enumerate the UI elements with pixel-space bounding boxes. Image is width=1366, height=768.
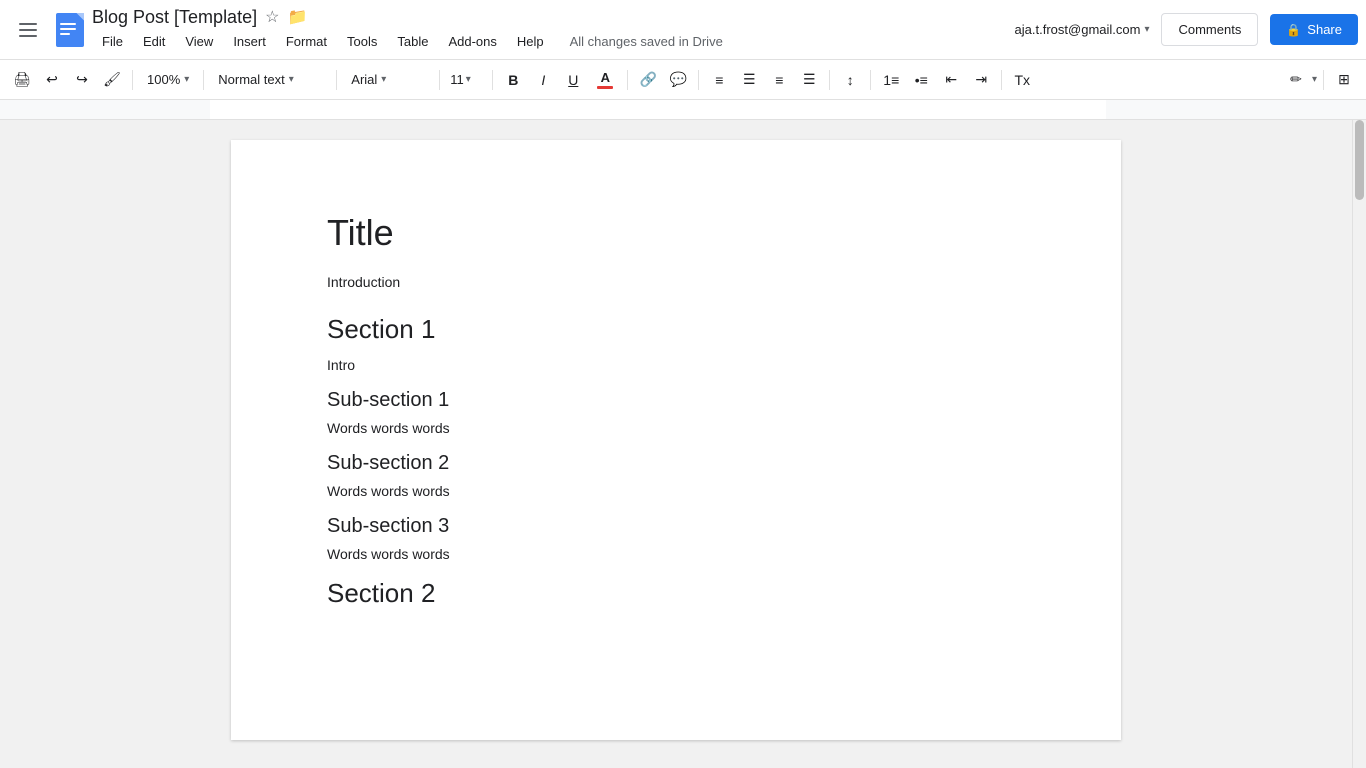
user-account[interactable]: aja.t.frost@gmail.com ▾ [1015, 22, 1150, 37]
line-spacing-button[interactable]: ↕ [836, 66, 864, 94]
font-size-value: 11 [450, 72, 464, 87]
zoom-value: 100% [147, 72, 180, 87]
scrollbar-thumb[interactable] [1355, 120, 1364, 200]
toolbar-divider-11 [1323, 70, 1324, 90]
menu-file[interactable]: File [92, 30, 133, 53]
folder-button[interactable]: 📁 [287, 7, 307, 27]
top-right-actions: aja.t.frost@gmail.com ▾ Comments 🔒 Share [1015, 13, 1358, 46]
save-status: All changes saved in Drive [570, 34, 723, 49]
toolbar-divider-3 [336, 70, 337, 90]
menu-help[interactable]: Help [507, 30, 554, 53]
document-main-title[interactable]: Title [327, 212, 1025, 254]
share-button[interactable]: 🔒 Share [1270, 14, 1358, 45]
zoom-dropdown-arrow: ▾ [184, 74, 189, 85]
toolbar-divider-4 [439, 70, 440, 90]
insert-comment-button[interactable]: 💬 [664, 66, 692, 94]
hamburger-icon [19, 23, 37, 37]
document-title[interactable]: Blog Post [Template] [92, 7, 257, 28]
user-email-text: aja.t.frost@gmail.com [1015, 22, 1141, 37]
text-color-indicator [597, 86, 613, 89]
bold-button[interactable]: B [499, 66, 527, 94]
menu-tools[interactable]: Tools [337, 30, 387, 53]
style-value: Normal text [218, 72, 284, 87]
font-dropdown[interactable]: Arial ▾ [343, 66, 433, 94]
vertical-scrollbar[interactable] [1352, 120, 1366, 768]
ruler-white-area [210, 100, 1106, 119]
clear-formatting-button[interactable]: Tx [1008, 66, 1036, 94]
toolbar-divider-2 [203, 70, 204, 90]
docs-app-icon [56, 13, 84, 47]
section1-intro[interactable]: Intro [327, 357, 1025, 373]
align-right-button[interactable]: ≡ [765, 66, 793, 94]
lock-icon: 🔒 [1286, 23, 1301, 37]
page-area[interactable]: Title Introduction Section 1 Intro Sub-s… [0, 120, 1352, 768]
top-bar: Blog Post [Template] ☆ 📁 File Edit View … [0, 0, 1366, 60]
document-title-area: Blog Post [Template] ☆ 📁 File Edit View … [92, 7, 1015, 53]
section1-heading[interactable]: Section 1 [327, 314, 1025, 345]
print-button[interactable]: 🖨 [8, 66, 36, 94]
content-area: Title Introduction Section 1 Intro Sub-s… [0, 120, 1366, 768]
ruler [0, 100, 1366, 120]
redo-button[interactable]: ↪ [68, 66, 96, 94]
bulleted-list-button[interactable]: •≡ [907, 66, 935, 94]
drawing-button[interactable]: ✏ [1282, 66, 1310, 94]
account-dropdown-icon: ▾ [1144, 24, 1149, 35]
comments-button[interactable]: Comments [1161, 13, 1258, 46]
formatting-options-button[interactable]: ⊞ [1330, 66, 1358, 94]
font-size-dropdown[interactable]: 11 ▾ [446, 66, 486, 94]
menu-addons[interactable]: Add-ons [438, 30, 506, 53]
zoom-dropdown[interactable]: 100% ▾ [139, 66, 197, 94]
toolbar-divider-6 [627, 70, 628, 90]
document-page[interactable]: Title Introduction Section 1 Intro Sub-s… [231, 140, 1121, 740]
align-left-button[interactable]: ≡ [705, 66, 733, 94]
style-dropdown[interactable]: Normal text ▾ [210, 66, 330, 94]
menu-format[interactable]: Format [276, 30, 337, 53]
menu-insert[interactable]: Insert [223, 30, 276, 53]
text-color-a: A [601, 70, 610, 85]
font-value: Arial [351, 72, 377, 87]
share-label: Share [1307, 22, 1342, 37]
toolbar-divider-5 [492, 70, 493, 90]
align-center-button[interactable]: ☰ [735, 66, 763, 94]
paint-format-button[interactable]: 🖌 [98, 66, 126, 94]
menu-bar: File Edit View Insert Format Tools Table… [92, 30, 1015, 53]
toolbar-divider-9 [870, 70, 871, 90]
text-color-button[interactable]: A [589, 66, 621, 94]
section2-heading[interactable]: Section 2 [327, 578, 1025, 609]
insert-link-button[interactable]: 🔗 [634, 66, 662, 94]
subsection2-body[interactable]: Words words words [327, 483, 1025, 499]
drawing-dropdown-arrow[interactable]: ▾ [1312, 74, 1317, 85]
subsection3-body[interactable]: Words words words [327, 546, 1025, 562]
subsection1-heading[interactable]: Sub-section 1 [327, 389, 1025, 412]
justify-button[interactable]: ☰ [795, 66, 823, 94]
undo-button[interactable]: ↩ [38, 66, 66, 94]
menu-table[interactable]: Table [387, 30, 438, 53]
document-intro[interactable]: Introduction [327, 274, 1025, 290]
style-dropdown-arrow: ▾ [289, 74, 294, 85]
toolbar-divider-7 [698, 70, 699, 90]
toolbar-divider-8 [829, 70, 830, 90]
app-menu-button[interactable] [8, 10, 48, 50]
font-dropdown-arrow: ▾ [381, 74, 386, 85]
numbered-list-button[interactable]: 1≡ [877, 66, 905, 94]
toolbar: 🖨 ↩ ↪ 🖌 100% ▾ Normal text ▾ Arial ▾ 11 … [0, 60, 1366, 100]
menu-edit[interactable]: Edit [133, 30, 175, 53]
italic-button[interactable]: I [529, 66, 557, 94]
decrease-indent-button[interactable]: ⇤ [937, 66, 965, 94]
increase-indent-button[interactable]: ⇥ [967, 66, 995, 94]
toolbar-divider-10 [1001, 70, 1002, 90]
font-size-dropdown-arrow: ▾ [466, 74, 471, 85]
toolbar-divider-1 [132, 70, 133, 90]
subsection3-heading[interactable]: Sub-section 3 [327, 515, 1025, 538]
menu-view[interactable]: View [175, 30, 223, 53]
star-button[interactable]: ☆ [265, 7, 279, 27]
subsection2-heading[interactable]: Sub-section 2 [327, 452, 1025, 475]
underline-button[interactable]: U [559, 66, 587, 94]
subsection1-body[interactable]: Words words words [327, 420, 1025, 436]
